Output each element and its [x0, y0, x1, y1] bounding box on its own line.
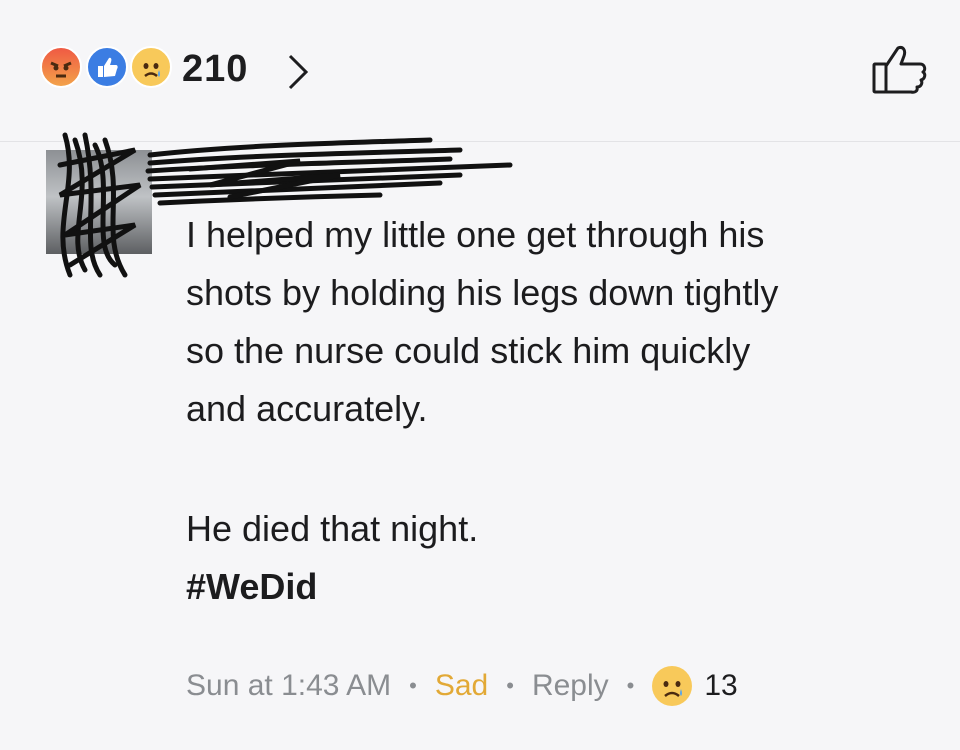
separator-dot: • — [409, 673, 417, 698]
reaction-label[interactable]: Sad — [435, 669, 488, 703]
comment-meta: Sun at 1:43 AM • Sad • Reply • 13 — [186, 666, 738, 706]
reactions-header: 210 — [0, 0, 960, 142]
comment-second-paragraph: He died that night. — [186, 508, 479, 549]
reply-button[interactable]: Reply — [532, 669, 609, 703]
chevron-right-icon[interactable] — [286, 52, 310, 92]
post-view: 210 I helped my little one get through h… — [0, 0, 960, 750]
comment-line: shots by holding his legs down tightly — [186, 272, 779, 313]
hashtag-link[interactable]: #WeDid — [186, 558, 926, 616]
separator-dot: • — [506, 673, 514, 698]
comment-line: I helped my little one get through his — [186, 214, 765, 255]
separator-dot: • — [626, 673, 635, 698]
comment-body: I helped my little one get through his s… — [186, 206, 926, 616]
like-icon — [86, 46, 128, 88]
sad-icon[interactable] — [652, 666, 693, 706]
like-button-icon[interactable] — [870, 44, 930, 96]
comment-line: so the nurse could stick him quickly — [186, 330, 751, 371]
sad-icon — [130, 46, 172, 88]
timestamp[interactable]: Sun at 1:43 AM — [186, 669, 391, 703]
comment-reaction-count[interactable]: 13 — [704, 669, 737, 703]
comment-line: and accurately. — [186, 388, 428, 429]
reaction-count[interactable]: 210 — [182, 48, 248, 91]
angry-icon — [40, 46, 82, 88]
